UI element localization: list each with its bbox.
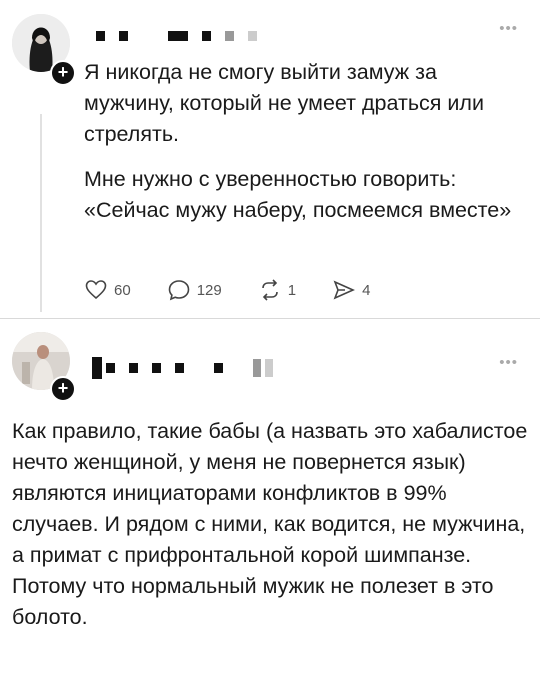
repost-count: 1 [287,281,297,299]
share-button[interactable]: 4 [332,278,370,302]
follow-plus-icon[interactable]: + [50,376,76,402]
thread-line [40,114,42,312]
heart-icon [85,280,107,300]
send-icon [333,280,356,300]
post-text-paragraph: Как правило, такие бабы (а назвать это х… [12,419,528,629]
comment-count: 129 [196,281,222,299]
follow-plus-icon[interactable]: + [50,60,76,86]
repost-button[interactable]: 1 [258,278,296,302]
post-text-paragraph: Мне нужно с уверенностью говорить: «Сейч… [84,167,512,222]
more-horizontal-icon[interactable]: ••• [499,20,518,37]
like-count: 60 [114,281,131,299]
author-name-redacted[interactable] [96,29,271,43]
post-2: + ••• Как правило, такие бабы (а назвать… [0,318,540,675]
like-button[interactable]: 60 [84,278,131,302]
share-count: 4 [362,281,371,299]
repost-icon [261,279,278,301]
comment-bubble-icon [168,280,189,301]
post-1: + ••• Я никогда не смогу выйти замуж за … [0,0,540,318]
author-name-redacted[interactable] [92,356,287,380]
comment-button[interactable]: 129 [167,278,222,302]
more-horizontal-icon[interactable]: ••• [499,354,518,371]
post-actions: 60 129 1 4 [84,278,406,302]
post-text-paragraph: Я никогда не смогу выйти замуж за мужчин… [84,60,484,146]
